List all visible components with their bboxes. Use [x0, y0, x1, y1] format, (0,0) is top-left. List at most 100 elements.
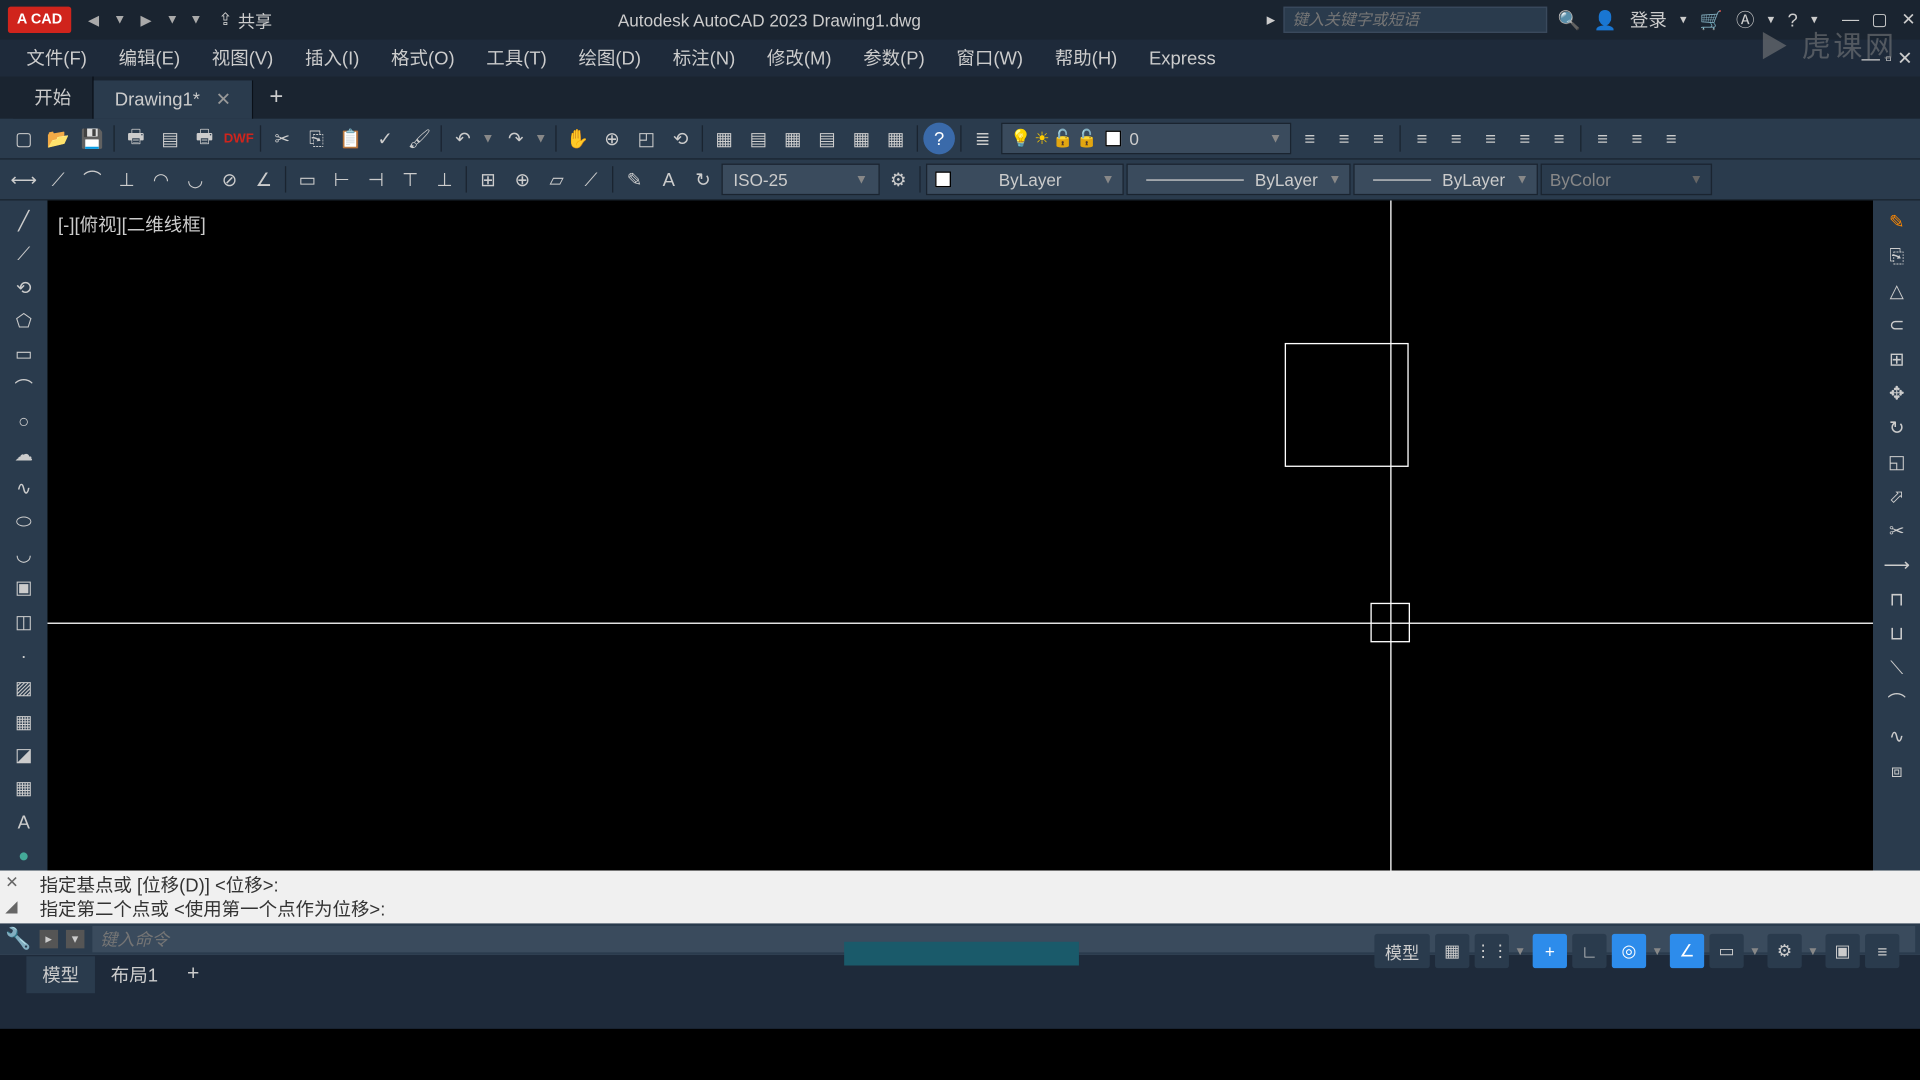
cart-icon[interactable]: 🛒 — [1700, 9, 1723, 31]
dropdown-icon[interactable]: ▼ — [1807, 944, 1820, 957]
dropdown-icon[interactable]: ▼ — [166, 13, 179, 28]
menu-modify[interactable]: 修改(M) — [767, 45, 832, 71]
rectangle-icon[interactable]: ▭ — [5, 339, 42, 370]
ellipse-arc-icon[interactable]: ◡ — [5, 539, 42, 570]
cut-icon[interactable]: ✂ — [266, 123, 298, 155]
brush-icon[interactable]: 🖌 — [404, 123, 436, 155]
layout1-tab[interactable]: 布局1 — [95, 956, 174, 993]
share-button[interactable]: ⇪ 共享 — [218, 7, 272, 32]
stretch-icon[interactable]: ⬀ — [1878, 480, 1915, 512]
hatch-icon[interactable]: ▨ — [5, 673, 42, 704]
dropdown-icon[interactable]: ▼ — [534, 131, 550, 146]
undo-icon[interactable]: ◄ — [84, 9, 102, 30]
array-icon[interactable]: ⊞ — [1878, 343, 1915, 375]
ellipse-icon[interactable]: ⬭ — [5, 506, 42, 537]
viewport-label[interactable]: [-][俯视][二维线框] — [58, 211, 206, 237]
fillet-icon[interactable]: ⌒ — [1878, 686, 1915, 718]
menu-draw[interactable]: 绘图(D) — [578, 45, 641, 71]
play-icon[interactable]: ▸ — [1267, 9, 1276, 30]
search-icon[interactable]: 🔍 — [1557, 9, 1580, 31]
menu-help[interactable]: 帮助(H) — [1055, 45, 1118, 71]
center-icon[interactable]: ⊕ — [506, 164, 538, 196]
layer-tool4-icon[interactable]: ≡ — [1406, 123, 1438, 155]
menu-icon[interactable]: ≡ — [1865, 934, 1899, 968]
linetype-combo[interactable]: ByLayer ▼ — [1126, 164, 1350, 196]
layer-tool3-icon[interactable]: ≡ — [1363, 123, 1395, 155]
rotate-icon[interactable]: ↻ — [1878, 412, 1915, 444]
redo-icon[interactable]: ► — [137, 9, 155, 30]
insert-icon[interactable]: ▣ — [5, 573, 42, 604]
zoom-icon[interactable]: ⊕ — [596, 123, 628, 155]
zoom-window-icon[interactable]: ◰ — [630, 123, 662, 155]
dimedit-icon[interactable]: ✎ — [619, 164, 651, 196]
menu-express[interactable]: Express — [1149, 47, 1216, 68]
cmd-dropdown-icon[interactable]: ▾ — [66, 930, 84, 948]
cmd-close-icon[interactable]: ✕ — [5, 871, 18, 895]
ortho-icon[interactable]: + — [1533, 934, 1567, 968]
undo-icon[interactable]: ↶ — [447, 123, 479, 155]
tolerance-icon[interactable]: ⊞ — [472, 164, 504, 196]
join-icon[interactable]: ⊔ — [1878, 617, 1915, 649]
calc2-icon[interactable]: ▦ — [845, 123, 877, 155]
inspect-icon[interactable]: ▱ — [541, 164, 573, 196]
table-icon[interactable]: ▦ — [5, 773, 42, 804]
publish-icon[interactable]: 🖶 — [189, 123, 221, 155]
match-icon[interactable]: ✓ — [369, 123, 401, 155]
color-combo[interactable]: ByLayer ▼ — [926, 164, 1124, 196]
paste-icon[interactable]: 📋 — [335, 123, 367, 155]
dim-arc-icon[interactable]: ⌒ — [77, 164, 109, 196]
layer-tool10-icon[interactable]: ≡ — [1621, 123, 1653, 155]
dim-aligned-icon[interactable]: ⟋ — [42, 164, 74, 196]
layer-tool11-icon[interactable]: ≡ — [1655, 123, 1687, 155]
app-icon[interactable]: Ⓐ — [1736, 7, 1754, 33]
block-icon[interactable]: ◫ — [5, 606, 42, 637]
pline-icon[interactable]: ⟲ — [5, 272, 42, 303]
layer-mgr-icon[interactable]: ≣ — [967, 123, 999, 155]
menu-edit[interactable]: 编辑(E) — [119, 45, 181, 71]
plotstyle-combo[interactable]: ByColor ▼ — [1541, 164, 1712, 196]
save-icon[interactable]: 💾 — [77, 123, 109, 155]
drawing-canvas[interactable]: [-][俯视][二维线框] — [47, 200, 1872, 870]
layer-tool9-icon[interactable]: ≡ — [1587, 123, 1619, 155]
login-label[interactable]: 登录 — [1630, 7, 1667, 33]
dim-break-icon[interactable]: ⊥ — [429, 164, 461, 196]
break-icon[interactable]: ⊓ — [1878, 583, 1915, 615]
copy-obj-icon[interactable]: ⎘ — [1878, 240, 1915, 272]
doc-close-icon[interactable]: ✕ — [1897, 47, 1912, 69]
layer-combo[interactable]: 💡 ☀ 🔓 🔓 0 ▼ — [1001, 123, 1291, 155]
menu-tools[interactable]: 工具(T) — [486, 45, 547, 71]
menu-window[interactable]: 窗口(W) — [956, 45, 1023, 71]
spline-icon[interactable]: ∿ — [5, 473, 42, 504]
dropdown-icon[interactable]: ▾ — [1680, 13, 1687, 28]
dim-linear-icon[interactable]: ⟷ — [8, 164, 40, 196]
fullscreen-icon[interactable]: ▣ — [1825, 934, 1859, 968]
redo-icon[interactable]: ↷ — [500, 123, 532, 155]
tab-start[interactable]: 开始 — [13, 77, 93, 119]
line-icon[interactable]: ╱ — [5, 206, 42, 237]
cmd-recent-icon[interactable]: ▸ — [39, 930, 57, 948]
chamfer-icon[interactable]: ⟍ — [1878, 652, 1915, 684]
copy-icon[interactable]: ⎘ — [301, 123, 333, 155]
preview-icon[interactable]: ▤ — [154, 123, 186, 155]
dropdown-icon[interactable]: ▼ — [1651, 944, 1664, 957]
menu-insert[interactable]: 插入(I) — [305, 45, 359, 71]
calc-icon[interactable]: ▤ — [811, 123, 843, 155]
trim-icon[interactable]: ✂ — [1878, 514, 1915, 546]
menu-view[interactable]: 视图(V) — [212, 45, 274, 71]
cmd-pin-icon[interactable]: ◢ — [5, 894, 18, 918]
search-input[interactable] — [1283, 7, 1547, 33]
model-tab[interactable]: 模型 — [26, 956, 95, 993]
tab-add-button[interactable]: + — [254, 75, 300, 119]
offset-icon[interactable]: ⊂ — [1878, 309, 1915, 341]
lineweight-combo[interactable]: ByLayer ▼ — [1353, 164, 1538, 196]
layout-add-button[interactable]: + — [174, 958, 213, 992]
dim-quick-icon[interactable]: ▭ — [291, 164, 323, 196]
xline-icon[interactable]: ⟋ — [5, 239, 42, 270]
dropdown-icon[interactable]: ▼ — [189, 13, 202, 28]
polar-icon[interactable]: ∟ — [1572, 934, 1606, 968]
print-icon[interactable]: 🖶 — [120, 123, 152, 155]
menu-param[interactable]: 参数(P) — [863, 45, 925, 71]
dim-ang-icon[interactable]: ∠ — [248, 164, 280, 196]
dim-base-icon[interactable]: ⊢ — [326, 164, 358, 196]
dim-space-icon[interactable]: ⊤ — [394, 164, 426, 196]
